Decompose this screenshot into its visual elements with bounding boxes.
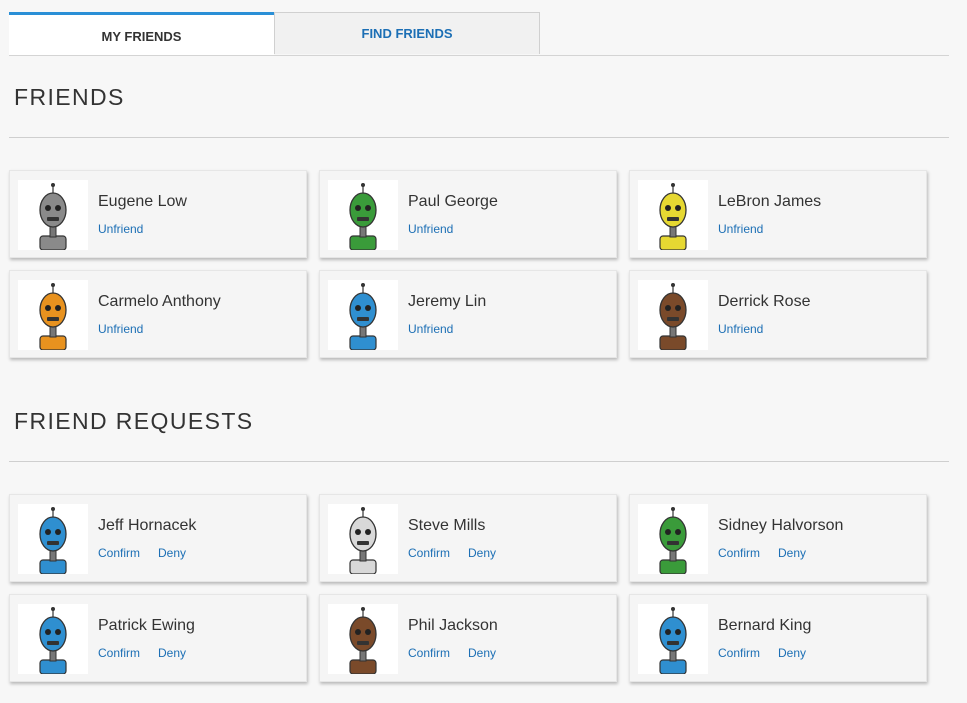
person-name[interactable]: Patrick Ewing (98, 617, 195, 635)
person-name[interactable]: Sidney Halvorson (718, 517, 843, 535)
person-name[interactable]: Derrick Rose (718, 293, 810, 311)
deny-link[interactable]: Deny (778, 646, 806, 660)
robot-avatar-icon (659, 183, 687, 250)
avatar[interactable] (18, 504, 88, 574)
friend-request-card: Jeff Hornacek Confirm Deny (9, 494, 307, 582)
unfriend-link[interactable]: Unfriend (718, 322, 763, 336)
confirm-link[interactable]: Confirm (718, 546, 760, 560)
card-actions: Confirm Deny (408, 646, 514, 660)
tab-my-friends[interactable]: MY FRIENDS (9, 12, 274, 55)
friend-card: Jeremy Lin Unfriend (319, 270, 617, 358)
unfriend-link[interactable]: Unfriend (98, 222, 143, 236)
robot-avatar-icon (349, 507, 377, 574)
unfriend-link[interactable]: Unfriend (408, 322, 453, 336)
friend-card: Paul George Unfriend (319, 170, 617, 258)
card-actions: Confirm Deny (98, 546, 204, 560)
card-actions: Unfriend (408, 222, 471, 236)
avatar[interactable] (638, 280, 708, 350)
robot-avatar-icon (39, 283, 67, 350)
deny-link[interactable]: Deny (778, 546, 806, 560)
friend-request-card: Sidney Halvorson Confirm Deny (629, 494, 927, 582)
robot-avatar-icon (349, 183, 377, 250)
avatar[interactable] (638, 504, 708, 574)
friends-divider (9, 137, 949, 138)
deny-link[interactable]: Deny (468, 646, 496, 660)
robot-avatar-icon (39, 607, 67, 674)
avatar[interactable] (328, 604, 398, 674)
person-name[interactable]: Jeff Hornacek (98, 517, 196, 535)
friends-section-title: FRIENDS (14, 84, 125, 110)
card-actions: Unfriend (98, 222, 161, 236)
avatar[interactable] (18, 604, 88, 674)
card-actions: Unfriend (718, 222, 781, 236)
unfriend-link[interactable]: Unfriend (408, 222, 453, 236)
unfriend-link[interactable]: Unfriend (718, 222, 763, 236)
confirm-link[interactable]: Confirm (98, 546, 140, 560)
avatar[interactable] (638, 180, 708, 250)
card-actions: Confirm Deny (718, 646, 824, 660)
robot-avatar-icon (39, 507, 67, 574)
friend-card: Eugene Low Unfriend (9, 170, 307, 258)
avatar[interactable] (18, 180, 88, 250)
avatar[interactable] (328, 280, 398, 350)
friend-request-card: Steve Mills Confirm Deny (319, 494, 617, 582)
tab-find-friends[interactable]: FIND FRIENDS (274, 12, 540, 54)
confirm-link[interactable]: Confirm (98, 646, 140, 660)
person-name[interactable]: Paul George (408, 193, 498, 211)
deny-link[interactable]: Deny (468, 546, 496, 560)
friend-card: Carmelo Anthony Unfriend (9, 270, 307, 358)
robot-avatar-icon (349, 283, 377, 350)
unfriend-link[interactable]: Unfriend (98, 322, 143, 336)
robot-avatar-icon (659, 507, 687, 574)
person-name[interactable]: Carmelo Anthony (98, 293, 221, 311)
person-name[interactable]: Steve Mills (408, 517, 485, 535)
robot-avatar-icon (659, 607, 687, 674)
card-actions: Unfriend (718, 322, 781, 336)
confirm-link[interactable]: Confirm (718, 646, 760, 660)
confirm-link[interactable]: Confirm (408, 546, 450, 560)
card-actions: Confirm Deny (718, 546, 824, 560)
deny-link[interactable]: Deny (158, 646, 186, 660)
robot-avatar-icon (349, 607, 377, 674)
requests-divider (9, 461, 949, 462)
robot-avatar-icon (659, 283, 687, 350)
person-name[interactable]: LeBron James (718, 193, 821, 211)
confirm-link[interactable]: Confirm (408, 646, 450, 660)
robot-avatar-icon (39, 183, 67, 250)
card-actions: Confirm Deny (408, 546, 514, 560)
card-actions: Unfriend (408, 322, 471, 336)
avatar[interactable] (328, 180, 398, 250)
friend-card: Derrick Rose Unfriend (629, 270, 927, 358)
deny-link[interactable]: Deny (158, 546, 186, 560)
person-name[interactable]: Phil Jackson (408, 617, 498, 635)
person-name[interactable]: Bernard King (718, 617, 811, 635)
person-name[interactable]: Eugene Low (98, 193, 187, 211)
card-actions: Confirm Deny (98, 646, 204, 660)
person-name[interactable]: Jeremy Lin (408, 293, 486, 311)
friend-request-card: Patrick Ewing Confirm Deny (9, 594, 307, 682)
requests-section-title: FRIEND REQUESTS (14, 408, 254, 434)
friend-request-card: Bernard King Confirm Deny (629, 594, 927, 682)
friend-card: LeBron James Unfriend (629, 170, 927, 258)
avatar[interactable] (18, 280, 88, 350)
card-actions: Unfriend (98, 322, 161, 336)
friend-request-card: Phil Jackson Confirm Deny (319, 594, 617, 682)
avatar[interactable] (638, 604, 708, 674)
avatar[interactable] (328, 504, 398, 574)
tab-bar: MY FRIENDS FIND FRIENDS (9, 12, 949, 56)
